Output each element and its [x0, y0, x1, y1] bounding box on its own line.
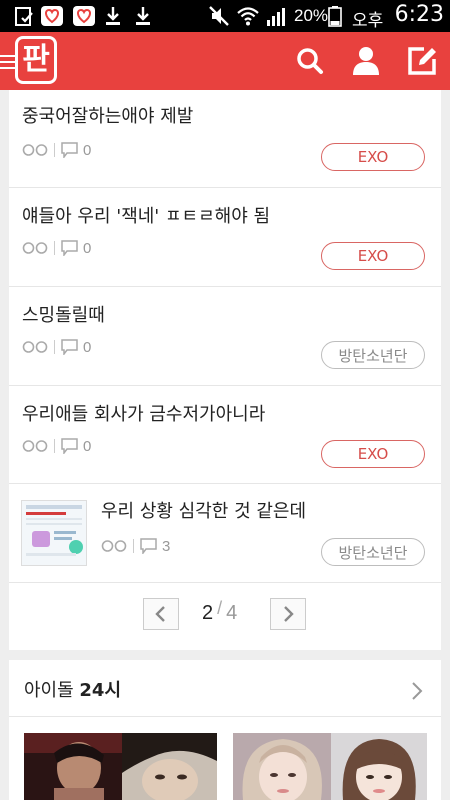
page-separator: /	[217, 598, 223, 618]
post-meta: 0	[22, 337, 91, 357]
post-title[interactable]: 스밍돌릴때	[22, 301, 105, 327]
board-tag-label: EXO	[357, 247, 389, 265]
board-tag[interactable]: EXO	[321, 143, 425, 171]
profile-icon[interactable]	[352, 46, 380, 76]
meta-divider	[54, 241, 55, 255]
photo-image	[24, 733, 122, 800]
meta-divider	[54, 439, 55, 453]
write-icon[interactable]	[406, 45, 438, 77]
pagination: 2/4	[9, 598, 441, 634]
prev-page-button[interactable]	[143, 598, 179, 630]
comment-icon	[61, 339, 78, 355]
board-tag-label: EXO	[357, 445, 389, 463]
comment-icon	[140, 538, 157, 554]
board-tag[interactable]: 방탄소년단	[321, 341, 425, 369]
views-icon	[22, 341, 48, 353]
search-icon[interactable]	[296, 47, 324, 75]
battery-percent: 20%	[294, 6, 329, 25]
post-meta: 0	[22, 238, 91, 258]
clock-time: 6:23	[394, 2, 444, 27]
post-thumbnail[interactable]	[21, 500, 87, 566]
app-header: 판	[0, 32, 450, 90]
board-tag[interactable]: EXO	[321, 440, 425, 468]
chevron-right-icon	[284, 606, 294, 622]
comment-count: 0	[83, 239, 92, 257]
status-bar: 20% 오후 6:23	[0, 0, 450, 32]
post-title[interactable]: 우리 상황 심각한 것 같은데	[101, 497, 306, 523]
board-tag-label: 방탄소년단	[338, 543, 408, 562]
section-title-prefix: 아이돌	[24, 680, 80, 701]
comment-count: 3	[162, 537, 171, 555]
heart-notification-icon	[41, 6, 63, 26]
section-title[interactable]: 아이돌 24시	[24, 676, 121, 702]
post-title[interactable]: 우리애들 회사가 금수저가아니라	[22, 400, 265, 426]
board-tag-label: 방탄소년단	[338, 346, 408, 365]
comment-icon	[61, 142, 78, 158]
post-item[interactable]: 얘들아 우리 '잭네' ㅍㅌㄹ해야 됨 0 EXO	[9, 188, 441, 287]
board-tag[interactable]: 방탄소년단	[321, 538, 425, 566]
views-icon	[22, 440, 48, 452]
post-meta: 3	[101, 536, 170, 556]
post-item[interactable]: 스밍돌릴때 0 방탄소년단	[9, 287, 441, 386]
meta-divider	[54, 143, 55, 157]
current-page: 2	[202, 602, 214, 624]
post-title[interactable]: 얘들아 우리 '잭네' ㅍㅌㄹ해야 됨	[22, 202, 270, 228]
board-tag-label: EXO	[357, 148, 389, 166]
post-item[interactable]: 중국어잘하는애야 제발 0 EXO	[9, 90, 441, 188]
comment-count: 0	[83, 141, 92, 159]
post-item[interactable]: 우리애들 회사가 금수저가아니라 0 EXO	[9, 386, 441, 484]
signal-icon	[267, 8, 285, 26]
total-pages: 4	[226, 602, 238, 624]
photo-image	[233, 733, 331, 800]
app-logo[interactable]: 판	[15, 36, 57, 84]
screenshot-icon	[15, 7, 33, 26]
meta-divider	[54, 340, 55, 354]
chevron-left-icon	[155, 606, 165, 622]
chevron-right-icon[interactable]	[409, 680, 425, 702]
mute-icon	[209, 6, 229, 26]
views-icon	[22, 144, 48, 156]
photo-image	[122, 733, 217, 800]
idol-photo[interactable]	[122, 733, 217, 800]
idol-photo[interactable]	[331, 733, 427, 800]
post-list-card: 중국어잘하는애야 제발 0 EXO 얘들아 우리 '잭네' ㅍㅌㄹ해야 됨 0 …	[9, 90, 441, 650]
board-tag[interactable]: EXO	[321, 242, 425, 270]
download-icon	[136, 7, 150, 25]
next-page-button[interactable]	[270, 598, 306, 630]
post-title[interactable]: 중국어잘하는애야 제발	[22, 102, 193, 128]
views-icon	[101, 540, 127, 552]
section-divider	[9, 716, 441, 717]
meta-divider	[133, 539, 134, 553]
post-meta: 0	[22, 140, 91, 160]
battery-icon	[328, 6, 342, 27]
menu-icon[interactable]	[0, 54, 16, 70]
idol-photo[interactable]	[24, 733, 122, 800]
comment-count: 0	[83, 338, 92, 356]
idol-photo[interactable]	[233, 733, 331, 800]
section-title-bold: 24시	[79, 680, 122, 701]
comment-icon	[61, 438, 78, 454]
comment-count: 0	[83, 437, 92, 455]
views-icon	[22, 242, 48, 254]
clock-ampm: 오후	[352, 11, 384, 31]
logo-text: 판	[22, 42, 50, 77]
comment-icon	[61, 240, 78, 256]
photo-image	[331, 733, 427, 800]
heart-notification-icon	[73, 6, 95, 26]
wifi-icon	[237, 7, 259, 26]
download-icon	[106, 7, 120, 25]
page-indicator: 2/4	[202, 598, 238, 625]
idol-24-card: 아이돌 24시	[9, 660, 441, 800]
post-item[interactable]: 우리 상황 심각한 것 같은데 3 방탄소년단	[9, 484, 441, 583]
thumbnail-image	[22, 501, 86, 565]
post-meta: 0	[22, 436, 91, 456]
